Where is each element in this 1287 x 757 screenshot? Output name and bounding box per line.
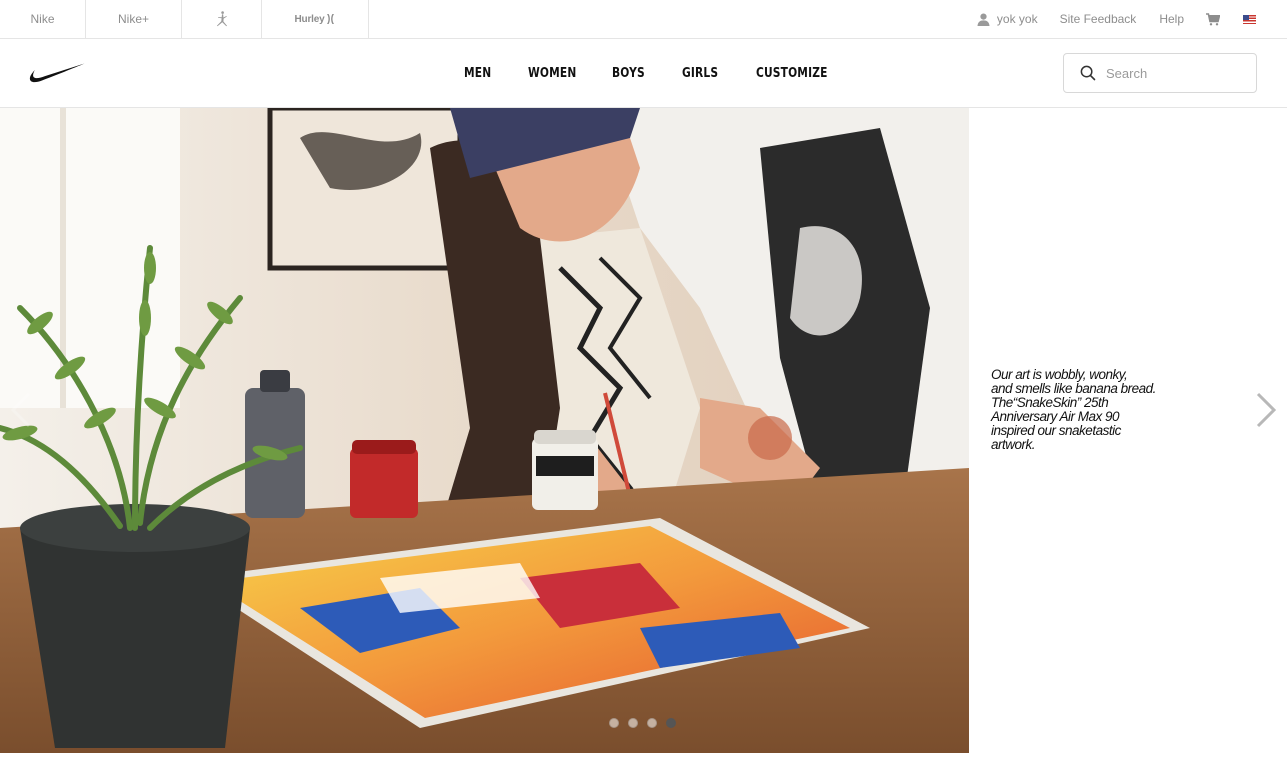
caption-line: Anniversary Air Max 90 [991,409,1120,424]
brand-tab-label: Nike [30,12,55,26]
search-box[interactable] [1063,53,1257,93]
jumpman-icon [216,11,227,27]
us-flag-icon [1243,14,1256,24]
carousel-dot-1[interactable] [609,718,619,728]
prev-slide-arrow-icon[interactable] [10,392,32,428]
hero-photo-illustration [0,108,969,753]
hurley-mark-icon [327,14,335,24]
brand-tab-label: Nike+ [117,12,149,26]
region-selector[interactable] [1243,14,1256,24]
utility-bar: Nike Nike+ Hurley yok yok Site Feedback [0,0,1287,39]
hero-caption: Our art is wobbly, wonky, and smells lik… [991,368,1181,452]
brand-tabs: Nike Nike+ Hurley [0,0,369,38]
carousel-dot-4[interactable] [666,718,676,728]
hurley-logo-text: Hurley [294,13,325,25]
cart-icon [1206,12,1220,25]
caption-line: and smells like banana bread. [991,381,1156,396]
carousel-dots [609,718,685,728]
search-icon[interactable] [1080,65,1096,81]
carousel-dot-3[interactable] [647,718,657,728]
hero-photo [0,108,969,753]
nav-label: WOMEN [528,65,577,81]
hero-caption-panel: Our art is wobbly, wonky, and smells lik… [969,108,1287,753]
nav-boys[interactable]: BOYS [612,66,660,81]
account-link[interactable]: yok yok [977,12,1038,26]
caption-line: artwork. [991,437,1036,452]
caption-line: Our art is wobbly, wonky, [991,367,1128,382]
nav-customize[interactable]: CUSTOMIZE [756,66,836,81]
user-icon [977,13,990,26]
carousel-dot-2[interactable] [628,718,638,728]
nav-men[interactable]: MEN [464,66,507,81]
user-name: yok yok [996,12,1038,26]
nav-label: CUSTOMIZE [756,65,828,81]
site-feedback-link[interactable]: Site Feedback [1060,12,1137,26]
nav-women[interactable]: WOMEN [528,66,589,81]
nav-label: BOYS [612,65,645,81]
search-input[interactable] [1106,65,1246,81]
brand-tab-hurley[interactable]: Hurley [262,0,369,38]
nav-girls[interactable]: GIRLS [682,66,734,81]
main-nav: MEN WOMEN BOYS GIRLS CUSTOMIZE [464,39,836,107]
utility-links: yok yok Site Feedback Help [977,0,1287,38]
nike-swoosh-logo[interactable] [29,62,85,84]
main-header: MEN WOMEN BOYS GIRLS CUSTOMIZE [0,39,1287,108]
caption-line: The“SnakeSkin” 25th [991,395,1109,410]
nav-label: MEN [464,65,492,81]
brand-tab-nike[interactable]: Nike [0,0,86,38]
cart-button[interactable] [1206,12,1220,26]
hero-carousel: Our art is wobbly, wonky, and smells lik… [0,108,1287,753]
nav-label: GIRLS [682,65,719,81]
caption-line: inspired our snaketastic [991,423,1121,438]
help-link[interactable]: Help [1159,12,1184,26]
brand-tab-jordan[interactable] [182,0,262,38]
next-slide-arrow-icon[interactable] [1255,392,1277,428]
brand-tab-nike-plus[interactable]: Nike+ [86,0,182,38]
